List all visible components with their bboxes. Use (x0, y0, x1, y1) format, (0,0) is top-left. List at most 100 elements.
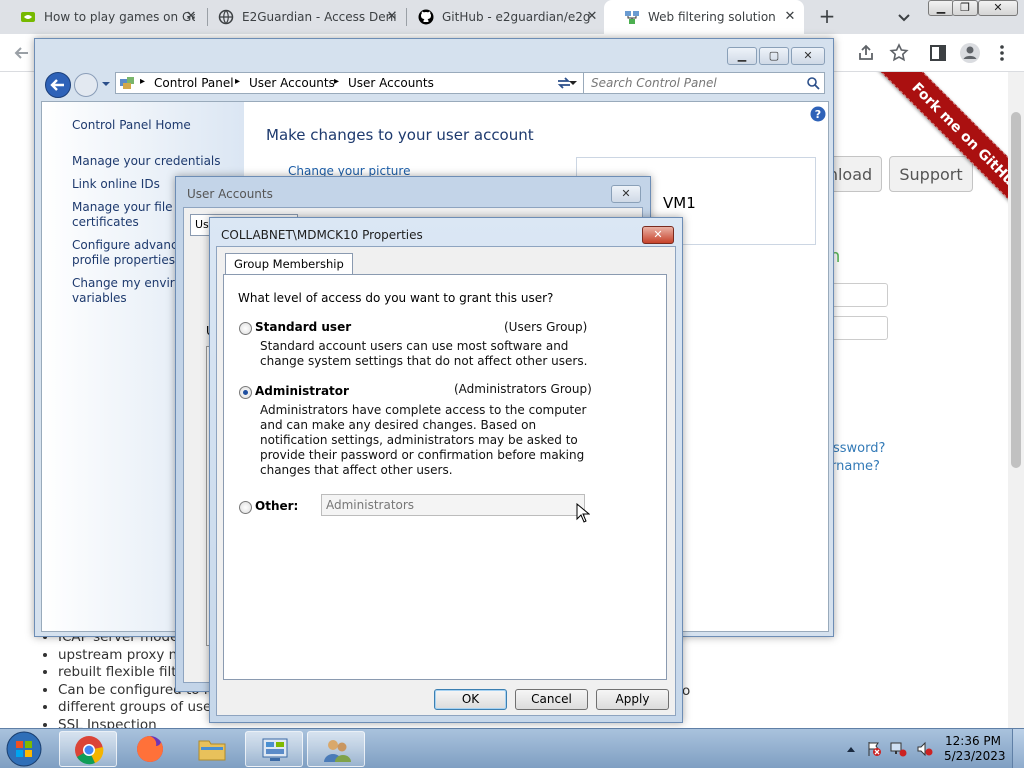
restore-button[interactable]: ❐ (952, 0, 978, 16)
cp-minimize-button[interactable]: ▁ (727, 47, 757, 65)
ok-button[interactable]: OK (434, 689, 507, 710)
nav-environment-variables-cont[interactable]: variables (72, 291, 127, 306)
page-scrollbar[interactable] (1008, 72, 1024, 728)
nav-advanced-profile-cont[interactable]: profile properties (72, 253, 175, 268)
tray-expand-icon[interactable] (846, 745, 856, 753)
breadcrumb-separator-icon: ▸ (140, 76, 146, 87)
github-icon (418, 9, 434, 25)
nav-file-encryption[interactable]: Manage your file en (72, 200, 191, 215)
taskbar-control-panel[interactable] (245, 731, 303, 767)
tab-github[interactable]: GitHub - e2guardian/e2g ✕ (398, 0, 606, 34)
close-icon: ✕ (621, 187, 631, 200)
properties-dialog: COLLABNET\MDMCK10 Properties ✕ Group Mem… (209, 217, 683, 723)
system-clock[interactable]: 12:36 PM 5/23/2023 (944, 734, 1006, 764)
ua-close-button[interactable]: ✕ (611, 185, 641, 203)
tab-close-icon[interactable]: ✕ (584, 9, 600, 25)
windows-taskbar: 12:36 PM 5/23/2023 (0, 728, 1024, 768)
cancel-button[interactable]: Cancel (515, 689, 588, 710)
mouse-cursor-icon (576, 503, 590, 523)
user-name: VM1 (663, 194, 696, 212)
history-dropdown-icon[interactable] (101, 80, 111, 88)
chevron-down-icon[interactable] (894, 7, 914, 27)
nav-control-panel-home[interactable]: Control Panel Home (72, 118, 191, 133)
nav-file-encryption-cont[interactable]: certificates (72, 215, 139, 230)
standard-user-label[interactable]: Standard user (255, 320, 351, 334)
tab-title: GitHub - e2guardian/e2g (442, 10, 591, 24)
more-menu-icon[interactable] (992, 43, 1012, 63)
new-tab-button[interactable]: + (815, 5, 839, 29)
back-arrow-icon[interactable] (12, 43, 32, 63)
volume-muted-icon[interactable] (916, 741, 934, 757)
taskbar-chrome[interactable] (59, 731, 117, 767)
close-icon: ✕ (803, 49, 813, 62)
side-panel-icon[interactable] (928, 43, 948, 63)
back-arrow-icon[interactable] (44, 71, 72, 99)
tab-title: How to play games on Ge (44, 10, 195, 24)
share-icon[interactable] (856, 43, 876, 63)
taskbar-explorer[interactable] (183, 731, 241, 767)
properties-close-button[interactable]: ✕ (642, 226, 674, 244)
action-center-flag-icon[interactable] (866, 741, 882, 757)
tab-nvidia[interactable]: How to play games on Ge ✕ (0, 0, 205, 34)
fork-me-ribbon[interactable]: Fork me on GitHub (872, 72, 1024, 222)
tab-title: Web filtering solution (648, 10, 776, 24)
ribbon-label: Fork me on GitHub (875, 72, 1024, 222)
refresh-icon[interactable] (555, 74, 573, 92)
svg-text:?: ? (815, 108, 821, 121)
minimize-icon: ▁ (936, 1, 946, 14)
tab-close-icon[interactable]: ✕ (782, 9, 798, 25)
search-placeholder: Search Control Panel (591, 76, 717, 90)
administrator-label[interactable]: Administrator (255, 384, 349, 398)
tab-group-membership[interactable]: Group Membership (225, 253, 353, 275)
breadcrumb-item[interactable]: User Accounts (249, 76, 335, 90)
taskbar-firefox[interactable] (121, 731, 179, 767)
nav-manage-credentials[interactable]: Manage your credentials (72, 154, 221, 169)
group-membership-panel: What level of access do you want to gran… (223, 274, 667, 680)
tab-title: E2Guardian - Access Deni (242, 10, 396, 24)
help-icon[interactable]: ? (810, 106, 826, 122)
username-field[interactable] (826, 283, 888, 307)
profile-avatar-icon[interactable] (959, 42, 981, 64)
users-group-label: (Users Group) (504, 320, 588, 334)
show-desktop-button[interactable] (1012, 729, 1024, 768)
nvidia-icon (21, 12, 35, 22)
cp-close-button[interactable]: ✕ (791, 47, 825, 65)
list-item: different groups of users (58, 699, 224, 717)
access-question: What level of access do you want to gran… (238, 291, 554, 305)
apply-button[interactable]: Apply (596, 689, 669, 710)
other-label[interactable]: Other: (255, 499, 298, 513)
password-field[interactable] (826, 316, 888, 340)
other-radio[interactable] (239, 501, 252, 514)
folder-icon (198, 740, 226, 761)
cp-maximize-button[interactable]: ▢ (759, 47, 789, 65)
search-icon[interactable] (806, 76, 820, 90)
clock-date: 5/23/2023 (944, 749, 1006, 763)
tab-e2guardian[interactable]: E2Guardian - Access Deni ✕ (198, 0, 406, 34)
search-control-panel-input[interactable]: Search Control Panel (583, 72, 825, 94)
forgot-password-link[interactable]: ssword? (833, 441, 885, 456)
nav-link-online-ids[interactable]: Link online IDs (72, 177, 160, 192)
breadcrumb-item[interactable]: User Accounts (348, 76, 434, 90)
network-icon[interactable] (890, 741, 908, 757)
taskbar-user-accounts[interactable] (307, 731, 365, 767)
nav-environment-variables[interactable]: Change my environ (72, 276, 189, 291)
breadcrumb-separator-icon: ▸ (334, 76, 340, 87)
close-button[interactable]: ✕ (978, 0, 1018, 16)
forgot-username-link[interactable]: rname? (831, 459, 880, 474)
administrator-radio[interactable] (239, 386, 252, 399)
standard-user-radio[interactable] (239, 322, 252, 335)
network-icon (625, 11, 639, 24)
scrollbar-thumb[interactable] (1011, 112, 1021, 468)
forward-arrow-icon[interactable] (73, 72, 99, 98)
address-bar[interactable]: ▸ Control Panel ▸ User Accounts ▸ User A… (115, 72, 585, 94)
control-panel-icon (120, 77, 134, 89)
minimize-button[interactable]: ▁ (928, 0, 954, 16)
bookmark-star-icon[interactable] (889, 43, 909, 63)
tab-web-filtering[interactable]: Web filtering solution ✕ (604, 0, 804, 34)
standard-user-description: Standard account users can use most soft… (260, 339, 588, 368)
start-button-icon[interactable] (4, 730, 44, 768)
breadcrumb-item[interactable]: Control Panel (154, 76, 234, 90)
other-group-select[interactable]: Administrators (321, 494, 585, 516)
tab-close-icon[interactable]: ✕ (183, 9, 199, 25)
chrome-icon (75, 736, 104, 765)
